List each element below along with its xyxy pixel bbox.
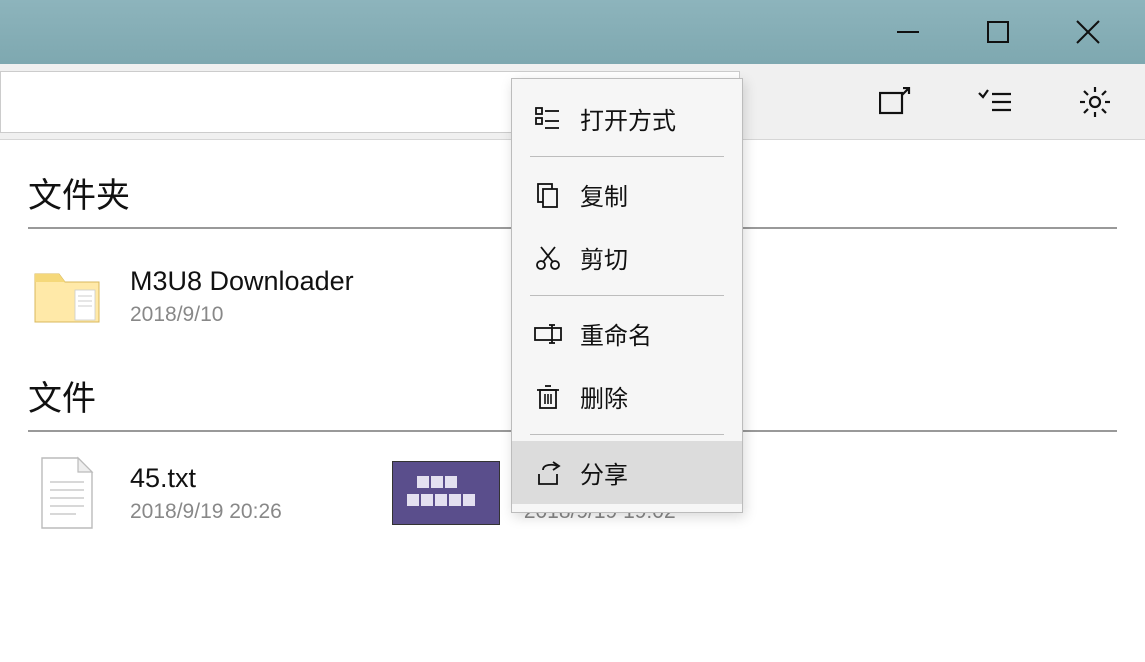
menu-open-with[interactable]: 打开方式 bbox=[512, 87, 742, 150]
select-button[interactable] bbox=[945, 64, 1045, 140]
menu-separator bbox=[530, 295, 724, 296]
checklist-icon bbox=[978, 88, 1012, 116]
share-icon bbox=[534, 459, 562, 487]
maximize-icon bbox=[987, 21, 1009, 43]
file-date: 2018/9/19 20:26 bbox=[130, 500, 282, 524]
cut-icon bbox=[534, 244, 562, 272]
menu-rename[interactable]: 重命名 bbox=[512, 302, 742, 365]
menu-label: 复制 bbox=[580, 177, 628, 212]
menu-cut[interactable]: 剪切 bbox=[512, 226, 742, 289]
new-window-button[interactable] bbox=[845, 64, 945, 140]
window-titlebar bbox=[0, 0, 1145, 64]
open-with-icon bbox=[534, 105, 562, 133]
close-button[interactable] bbox=[1043, 0, 1133, 64]
rename-icon bbox=[534, 320, 562, 348]
menu-label: 重命名 bbox=[580, 316, 652, 351]
menu-delete[interactable]: 删除 bbox=[512, 365, 742, 428]
context-menu: 打开方式 复制 剪切 重命名 删除 分享 bbox=[511, 78, 743, 513]
folder-icon bbox=[28, 257, 106, 335]
new-window-icon bbox=[879, 87, 911, 117]
minimize-button[interactable] bbox=[863, 0, 953, 64]
menu-label: 打开方式 bbox=[580, 101, 676, 136]
menu-separator bbox=[530, 434, 724, 435]
menu-separator bbox=[530, 156, 724, 157]
menu-label: 剪切 bbox=[580, 240, 628, 275]
folder-name: M3U8 Downloader bbox=[130, 266, 354, 297]
menu-label: 分享 bbox=[580, 455, 628, 490]
video-thumbnail bbox=[392, 461, 500, 525]
gear-icon bbox=[1079, 86, 1111, 118]
maximize-button[interactable] bbox=[953, 0, 1043, 64]
file-name: 45.txt bbox=[130, 463, 282, 494]
close-icon bbox=[1075, 19, 1101, 45]
file-item[interactable]: 45.txt 2018/9/19 20:26 bbox=[28, 454, 282, 532]
menu-label: 删除 bbox=[580, 379, 628, 414]
trash-icon bbox=[534, 383, 562, 411]
settings-button[interactable] bbox=[1045, 64, 1145, 140]
minimize-icon bbox=[896, 20, 920, 44]
menu-share[interactable]: 分享 bbox=[512, 441, 742, 504]
folder-date: 2018/9/10 bbox=[130, 303, 354, 327]
menu-copy[interactable]: 复制 bbox=[512, 163, 742, 226]
text-file-icon bbox=[28, 454, 106, 532]
copy-icon bbox=[534, 181, 562, 209]
